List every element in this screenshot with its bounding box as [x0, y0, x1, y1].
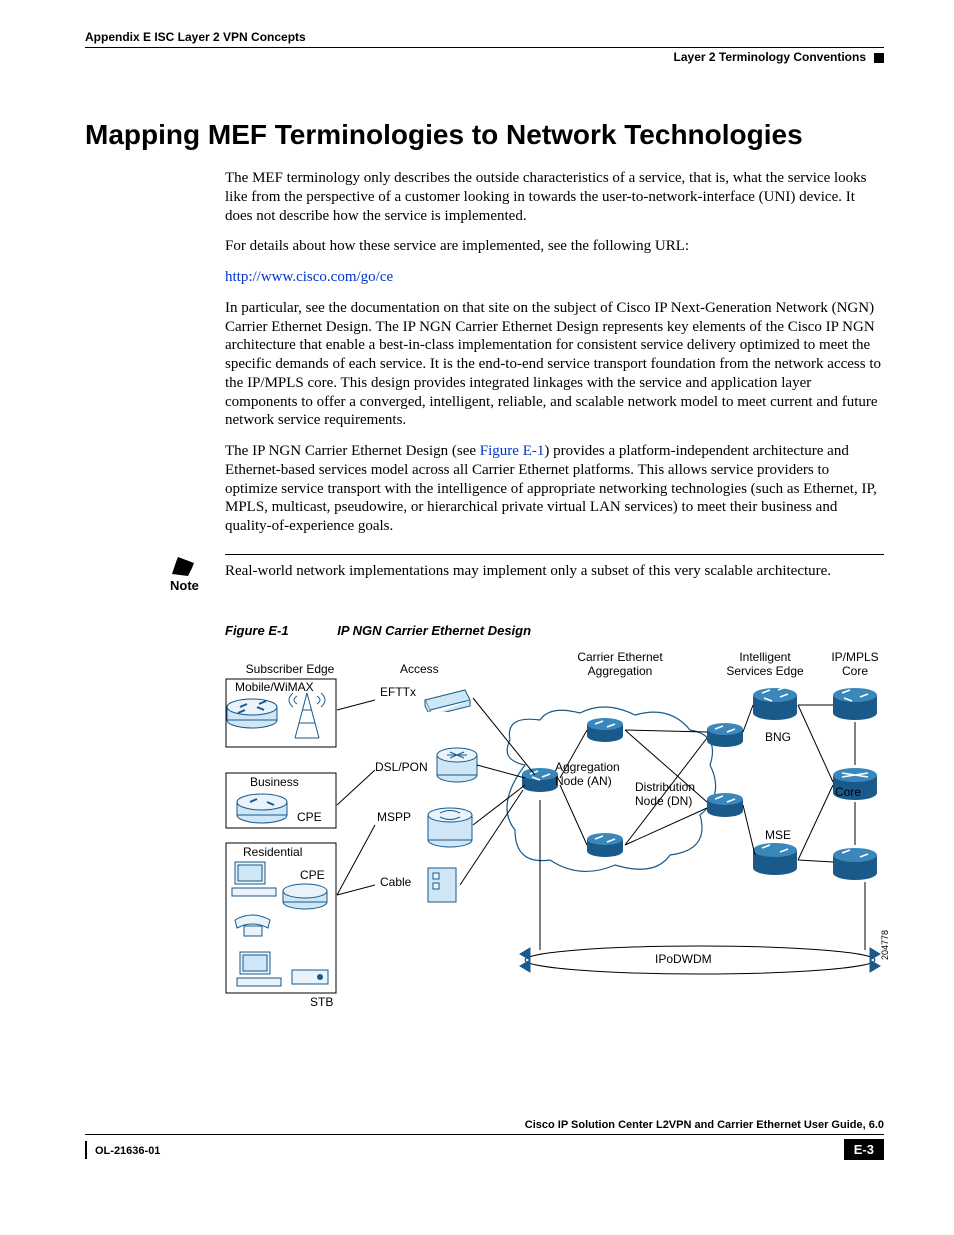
document-page: Appendix E ISC Layer 2 VPN Concepts Laye… — [0, 0, 954, 1190]
note-block: Note Real-world network implementations … — [85, 554, 884, 593]
note-body: Real-world network implementations may i… — [225, 554, 884, 580]
section-title: Mapping MEF Terminologies to Network Tec… — [85, 119, 884, 151]
cisco-ce-link[interactable]: http://www.cisco.com/go/ce — [225, 269, 393, 285]
figure-id-number: 204778 — [880, 930, 890, 960]
figure-title: IP NGN Carrier Ethernet Design — [337, 623, 531, 638]
paragraph: The MEF terminology only describes the o… — [225, 169, 884, 225]
page-footer: Cisco IP Solution Center L2VPN and Carri… — [85, 1119, 884, 1160]
pencil-icon — [170, 554, 200, 576]
figure-caption: Figure E-1 IP NGN Carrier Ethernet Desig… — [225, 623, 884, 638]
lbl-ipodwdm: IPoDWDM — [655, 952, 712, 966]
paragraph: The IP NGN Carrier Ethernet Design (see … — [225, 442, 884, 536]
para-text: The IP NGN Carrier Ethernet Design (see — [225, 443, 480, 459]
paragraph: In particular, see the documentation on … — [225, 299, 884, 430]
header-rule — [85, 47, 884, 48]
paragraph: For details about how these service are … — [225, 237, 884, 256]
figure-diagram: Subscriber Edge Access Carrier Ethernet … — [225, 650, 885, 1050]
note-label: Note — [170, 578, 225, 593]
appendix-header: Appendix E ISC Layer 2 VPN Concepts — [85, 30, 884, 44]
footer-ol-number: OL-21636-01 — [95, 1145, 160, 1157]
body-text: The MEF terminology only describes the o… — [225, 169, 884, 536]
figure-number: Figure E-1 — [225, 623, 289, 638]
header-right: Layer 2 Terminology Conventions — [85, 50, 884, 64]
footer-page-number: E-3 — [844, 1139, 884, 1160]
footer-guide-title: Cisco IP Solution Center L2VPN and Carri… — [85, 1119, 884, 1131]
url-link[interactable]: http://www.cisco.com/go/ce — [225, 268, 884, 287]
figure-ref-link[interactable]: Figure E-1 — [480, 443, 545, 459]
footer-rule — [85, 1134, 884, 1135]
note-icon-column: Note — [85, 554, 225, 593]
